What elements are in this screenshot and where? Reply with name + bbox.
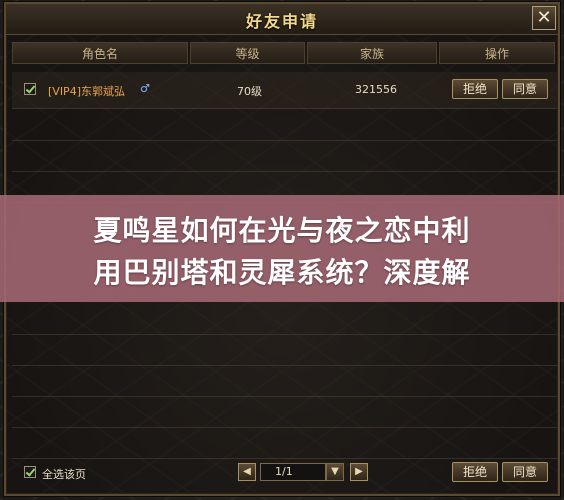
select-all-label: 全选该页: [42, 468, 86, 481]
chevron-down-icon[interactable]: ▼: [326, 463, 344, 481]
dialog-title: 好友申请: [245, 12, 318, 31]
male-icon: ♂: [140, 82, 150, 95]
prev-page-icon[interactable]: ◀: [238, 463, 256, 481]
column-header-name: 角色名: [12, 42, 188, 64]
row-checkbox[interactable]: [24, 83, 36, 95]
empty-row: [12, 366, 557, 397]
footer-accept-button[interactable]: 同意: [502, 462, 548, 482]
banner-line-1: 夏鸣星如何在光与夜之恋中利: [93, 214, 471, 247]
footer-reject-button[interactable]: 拒绝: [452, 462, 498, 482]
column-header-action: 操作: [439, 42, 555, 64]
page-indicator: 1/1: [260, 463, 326, 481]
empty-row: [12, 141, 557, 172]
accept-button[interactable]: 同意: [502, 79, 548, 99]
empty-row: [12, 428, 557, 459]
row-level: 70级: [237, 85, 262, 98]
row-player-name: [VIP4]东郭斌弘: [48, 85, 125, 98]
overlay-banner: 夏鸣星如何在光与夜之恋中利 用巴别塔和灵犀系统？深度解: [0, 195, 564, 302]
empty-row: [12, 110, 557, 141]
table-row: [VIP4]东郭斌弘 ♂ 70级 321556 拒绝 同意: [12, 72, 557, 109]
select-all-checkbox[interactable]: [24, 466, 36, 478]
empty-row: [12, 304, 557, 335]
empty-row: [12, 335, 557, 366]
table-header: 角色名 等级 家族 操作: [12, 42, 557, 64]
dialog-titlebar: 好友申请 ✕: [6, 4, 558, 35]
banner-line-2: 用巴别塔和灵犀系统？深度解: [93, 256, 471, 289]
dialog-footer: 全选该页 ◀ 1/1 ▼ ▶ 拒绝 同意: [12, 458, 557, 488]
next-page-icon[interactable]: ▶: [350, 463, 368, 481]
empty-row: [12, 397, 557, 428]
row-family: 321556: [355, 83, 397, 96]
column-header-family: 家族: [307, 42, 437, 64]
reject-button[interactable]: 拒绝: [452, 79, 498, 99]
column-header-level: 等级: [190, 42, 305, 64]
close-icon[interactable]: ✕: [532, 6, 556, 30]
